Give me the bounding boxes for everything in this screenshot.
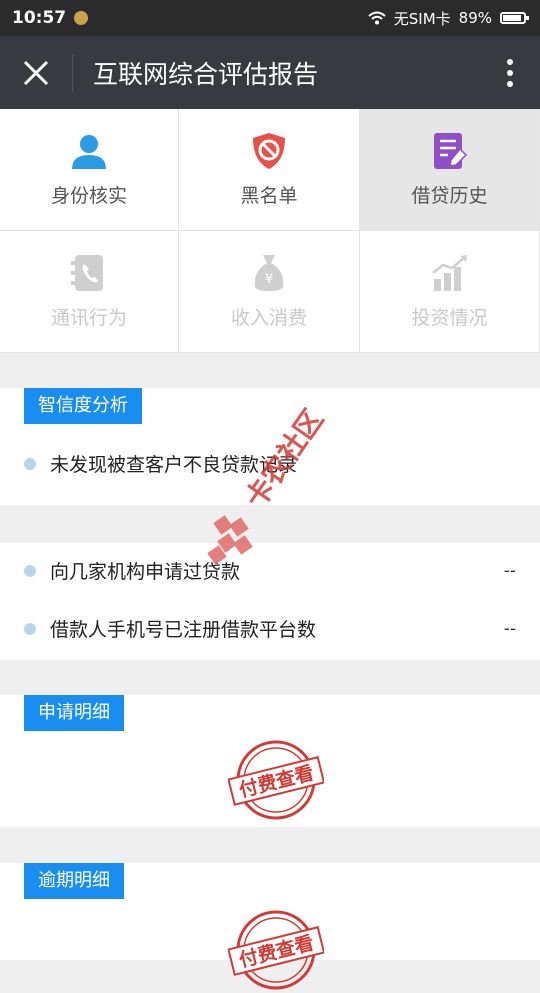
grid-item-label: 黑名单: [240, 185, 298, 207]
battery-fill: [503, 15, 521, 21]
grid-item-label: 通讯行为: [50, 307, 127, 329]
header-divider: [72, 53, 73, 92]
person-icon: [72, 135, 106, 169]
wifi-icon: [368, 11, 386, 25]
close-icon: [23, 60, 49, 85]
close-button[interactable]: [0, 36, 72, 109]
section-tag: 申请明细: [24, 695, 124, 731]
grid-item-communication[interactable]: 通讯行为: [0, 231, 179, 353]
bullet-icon: [24, 622, 36, 635]
watermark-text: 卡农社区: [239, 403, 330, 514]
list-item-value: --: [503, 618, 516, 639]
bullet-icon: [24, 457, 36, 470]
grid-item-label: 收入消费: [230, 307, 307, 329]
grid-item-label: 借贷历史: [411, 185, 488, 207]
paid-view-stamp[interactable]: 付费查看: [228, 907, 324, 993]
grid-item-label: 身份核实: [50, 185, 127, 207]
bullet-icon: [24, 564, 36, 577]
phone-book-icon: [71, 255, 103, 291]
grid-item-identity[interactable]: 身份核实: [0, 109, 179, 231]
section-tag: 智信度分析: [24, 388, 142, 424]
list-item: 借款人手机号已注册借款平台数 --: [24, 615, 516, 642]
sim-status: 无SIM卡: [393, 9, 451, 28]
section-tag: 逾期明细: [24, 863, 124, 899]
grid-item-investment[interactable]: 投资情况: [360, 231, 540, 353]
grid-item-loan-history[interactable]: 借贷历史: [360, 109, 540, 231]
overdue-detail-section: 逾期明细 付费查看: [0, 863, 540, 990]
status-time: 10:57: [12, 8, 67, 28]
notepad-icon: [433, 133, 467, 169]
list-item-text: 借款人手机号已注册借款平台数: [50, 619, 317, 641]
paid-view-stamp[interactable]: 付费查看: [228, 737, 324, 823]
page-title: 互联网综合评估报告: [93, 59, 319, 89]
chart-growth-icon: [431, 255, 467, 291]
header-bar: 互联网综合评估报告: [0, 36, 540, 109]
status-bar: 10:57 无SIM卡 89%: [0, 0, 540, 36]
more-options-button[interactable]: [480, 36, 540, 109]
money-bag-icon: ¥: [254, 255, 284, 291]
watermark-logo: 卡农社区: [207, 403, 330, 565]
shield-block-icon: [253, 133, 285, 169]
notification-icon: [74, 11, 89, 25]
list-item-value: --: [503, 560, 516, 581]
grid-item-label: 投资情况: [411, 307, 488, 329]
status-left: 10:57: [0, 8, 89, 28]
apply-detail-section: 申请明细 付费查看: [0, 695, 540, 827]
battery-icon: [500, 12, 529, 24]
status-right: 无SIM卡 89%: [368, 8, 540, 29]
grid-item-income[interactable]: ¥ 收入消费: [179, 231, 360, 353]
svg-text:¥: ¥: [265, 272, 273, 287]
grid-item-blacklist[interactable]: 黑名单: [179, 109, 360, 231]
category-grid: 身份核实 黑名单 借贷历史 通讯行为 ¥ 收入消费 投资情况: [0, 109, 540, 353]
battery-percent: 89%: [458, 9, 492, 27]
more-vertical-icon: [507, 58, 513, 87]
